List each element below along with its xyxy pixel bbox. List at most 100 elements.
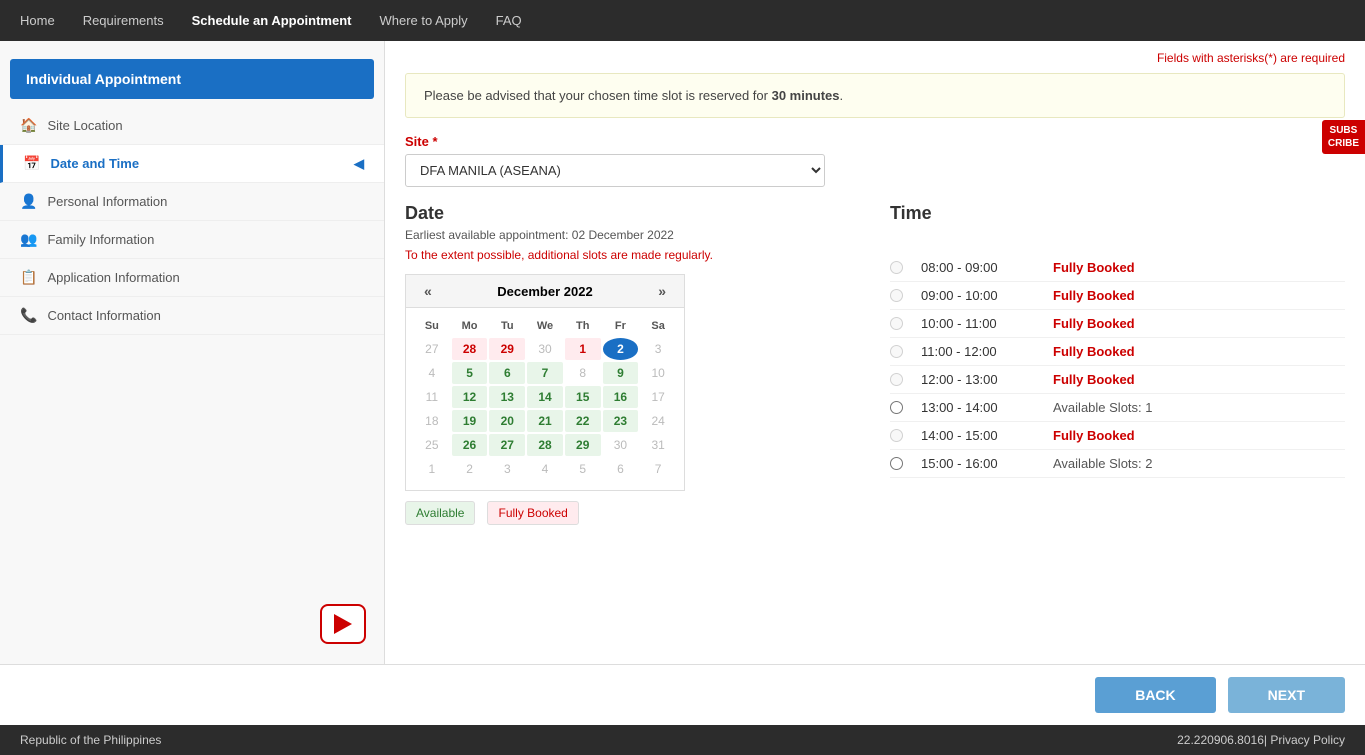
calendar-day[interactable]: 27 — [489, 434, 525, 456]
calendar-day[interactable]: 28 — [452, 338, 488, 360]
footer: Republic of the Philippines 22.220906.80… — [0, 725, 1365, 755]
info-box-text: Please be advised that your chosen time … — [424, 88, 768, 103]
time-slot-row: 11:00 - 12:00Fully Booked — [890, 338, 1345, 366]
home-icon: 🏠 — [20, 117, 37, 134]
calendar-day[interactable]: 7 — [527, 362, 563, 384]
calendar: « December 2022 » Su Mo Tu We Th Fr Sa — [405, 274, 685, 491]
sidebar-item-personal-info[interactable]: 👤 Personal Information — [0, 183, 384, 221]
calendar-day[interactable]: 20 — [489, 410, 525, 432]
clipboard-icon: 📋 — [20, 269, 37, 286]
sidebar: Individual Appointment 🏠 Site Location 📅… — [0, 41, 385, 664]
calendar-day[interactable]: 19 — [452, 410, 488, 432]
time-status: Fully Booked — [1053, 428, 1135, 443]
calendar-day: 31 — [640, 434, 676, 456]
time-radio-button[interactable] — [890, 373, 903, 386]
back-button[interactable]: BACK — [1095, 677, 1215, 713]
calendar-day: 3 — [489, 458, 525, 480]
site-select[interactable]: DFA MANILA (ASEANA) — [405, 154, 825, 187]
calendar-icon: 📅 — [23, 155, 40, 172]
cal-month-year: December 2022 — [497, 284, 592, 299]
time-status: Fully Booked — [1053, 316, 1135, 331]
person-icon: 👤 — [20, 193, 37, 210]
calendar-day: 8 — [565, 362, 601, 384]
time-radio-button[interactable] — [890, 345, 903, 358]
time-label: 13:00 - 14:00 — [921, 400, 1041, 415]
calendar-day: 11 — [414, 386, 450, 408]
cal-next-button[interactable]: » — [652, 283, 672, 299]
time-radio-button[interactable] — [890, 289, 903, 302]
calendar-day: 27 — [414, 338, 450, 360]
calendar-day[interactable]: 26 — [452, 434, 488, 456]
sidebar-label-contact-info: Contact Information — [47, 308, 160, 323]
calendar-day[interactable]: 9 — [603, 362, 639, 384]
time-label: 14:00 - 15:00 — [921, 428, 1041, 443]
calendar-day[interactable]: 28 — [527, 434, 563, 456]
calendar-header: « December 2022 » — [406, 275, 684, 308]
slots-notice: To the extent possible, additional slots… — [405, 248, 860, 262]
calendar-day[interactable]: 6 — [489, 362, 525, 384]
time-status: Available Slots: 1 — [1053, 400, 1153, 415]
nav-faq[interactable]: FAQ — [496, 13, 522, 28]
cal-day-headers: Su Mo Tu We Th Fr Sa — [414, 316, 676, 336]
phone-icon: 📞 — [20, 307, 37, 324]
calendar-day: 2 — [452, 458, 488, 480]
time-radio-button[interactable] — [890, 401, 903, 414]
calendar-row: 1234567 — [414, 458, 676, 480]
next-button[interactable]: NEXT — [1228, 677, 1345, 713]
calendar-day: 10 — [640, 362, 676, 384]
calendar-day: 17 — [640, 386, 676, 408]
sidebar-item-contact-info[interactable]: 📞 Contact Information — [0, 297, 384, 335]
calendar-day[interactable]: 21 — [527, 410, 563, 432]
youtube-play-icon — [334, 614, 352, 634]
earliest-appt: Earliest available appointment: 02 Decem… — [405, 228, 860, 242]
calendar-day[interactable]: 15 — [565, 386, 601, 408]
calendar-day[interactable]: 5 — [452, 362, 488, 384]
calendar-row: 11121314151617 — [414, 386, 676, 408]
youtube-badge[interactable] — [320, 604, 366, 644]
calendar-grid: Su Mo Tu We Th Fr Sa 2728293012345678910… — [406, 308, 684, 490]
time-label: 09:00 - 10:00 — [921, 288, 1041, 303]
calendar-day[interactable]: 29 — [565, 434, 601, 456]
content-area: Fields with asterisks(*) are required Pl… — [385, 41, 1365, 664]
subscribe-badge[interactable]: SUBSCRIBE — [1322, 120, 1365, 154]
arrow-icon: ◀ — [354, 156, 364, 172]
calendar-day[interactable]: 16 — [603, 386, 639, 408]
nav-requirements[interactable]: Requirements — [83, 13, 164, 28]
time-slot-row: 09:00 - 10:00Fully Booked — [890, 282, 1345, 310]
legend-available: Available — [405, 501, 475, 525]
sidebar-item-date-time[interactable]: 📅 Date and Time ◀ — [0, 145, 384, 183]
sidebar-item-site-location[interactable]: 🏠 Site Location — [0, 107, 384, 145]
time-status: Fully Booked — [1053, 260, 1135, 275]
calendar-day[interactable]: 12 — [452, 386, 488, 408]
calendar-day: 4 — [414, 362, 450, 384]
time-radio-button[interactable] — [890, 429, 903, 442]
time-slot-row: 15:00 - 16:00Available Slots: 2 — [890, 450, 1345, 478]
calendar-day[interactable]: 14 — [527, 386, 563, 408]
calendar-day[interactable]: 23 — [603, 410, 639, 432]
calendar-day[interactable]: 13 — [489, 386, 525, 408]
calendar-weeks: 2728293012345678910111213141516171819202… — [414, 338, 676, 480]
family-icon: 👥 — [20, 231, 37, 248]
calendar-row: 18192021222324 — [414, 410, 676, 432]
sidebar-item-application-info[interactable]: 📋 Application Information — [0, 259, 384, 297]
time-radio-button[interactable] — [890, 457, 903, 470]
sidebar-label-application-info: Application Information — [47, 270, 179, 285]
sidebar-item-family-info[interactable]: 👥 Family Information — [0, 221, 384, 259]
cal-prev-button[interactable]: « — [418, 283, 438, 299]
time-slot-row: 13:00 - 14:00 Available Slots: 1 — [890, 394, 1345, 422]
time-radio-button[interactable] — [890, 317, 903, 330]
calendar-day[interactable]: 2 — [603, 338, 639, 360]
time-status: Available Slots: 2 — [1053, 456, 1153, 471]
nav-schedule[interactable]: Schedule an Appointment — [192, 13, 352, 28]
time-radio-button[interactable] — [890, 261, 903, 274]
time-slot-row: 08:00 - 09:00Fully Booked — [890, 254, 1345, 282]
time-slot-row: 10:00 - 11:00Fully Booked — [890, 310, 1345, 338]
calendar-day[interactable]: 29 — [489, 338, 525, 360]
calendar-day[interactable]: 22 — [565, 410, 601, 432]
site-label: Site * — [405, 134, 1345, 149]
calendar-day: 4 — [527, 458, 563, 480]
calendar-day[interactable]: 1 — [565, 338, 601, 360]
nav-where-to-apply[interactable]: Where to Apply — [379, 13, 467, 28]
sidebar-label-personal-info: Personal Information — [47, 194, 167, 209]
nav-home[interactable]: Home — [20, 13, 55, 28]
